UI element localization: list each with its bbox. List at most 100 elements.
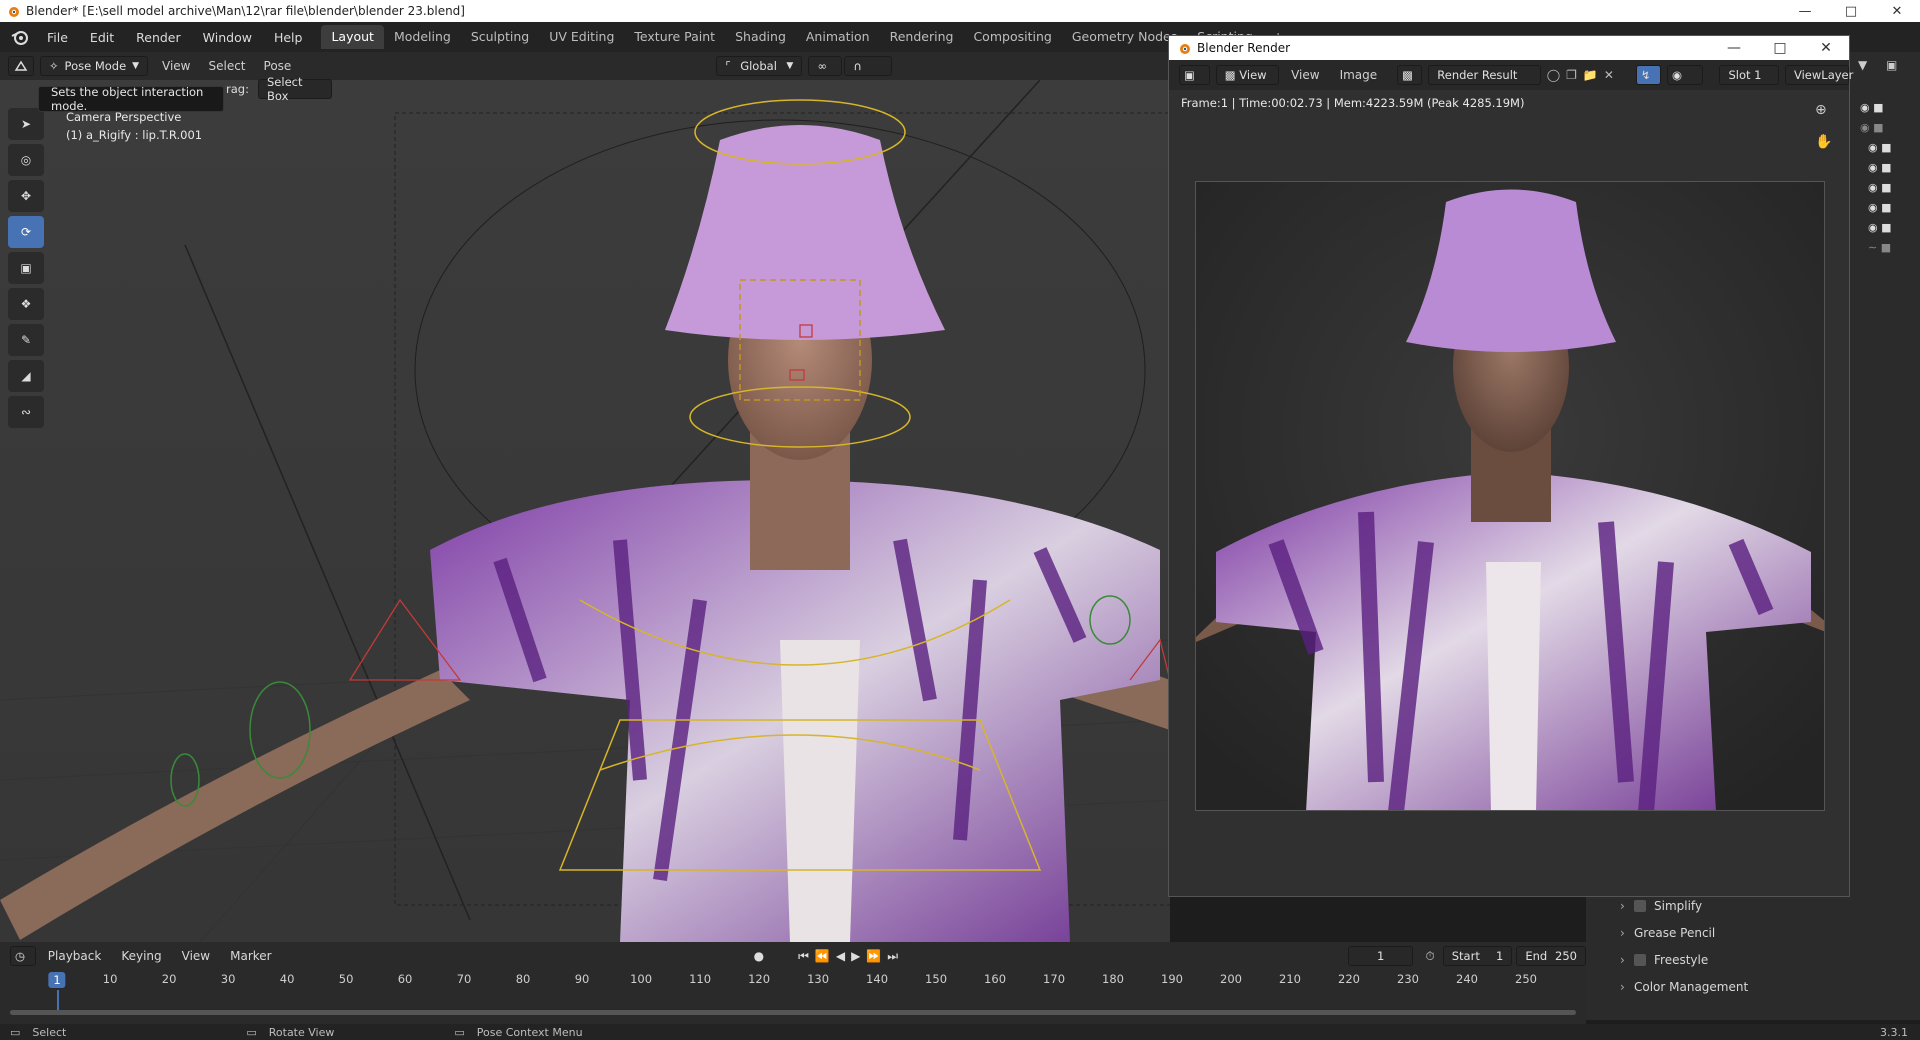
frame-tick: 170	[1043, 972, 1066, 986]
render-menu-view[interactable]: View	[1291, 68, 1319, 82]
render-image-content	[1196, 182, 1824, 810]
menu-render[interactable]: Render	[125, 30, 192, 45]
tab-compositing[interactable]: Compositing	[963, 25, 1061, 49]
orientation-dropdown[interactable]: ⌜ Global ▼	[716, 56, 803, 76]
slot-dropdown[interactable]: Slot 1	[1719, 65, 1779, 85]
close-icon[interactable]: ✕	[1874, 0, 1920, 22]
viewport-menu-view[interactable]: View	[162, 59, 190, 73]
frame-ruler[interactable]: 1 10 20 30 40 50 60 70 80 90 100 110 120 130 140 150 160…	[0, 972, 1586, 1014]
simplify-checkbox[interactable]	[1634, 900, 1646, 912]
folder-icon[interactable]: 📁	[1583, 68, 1598, 82]
tab-texture-paint[interactable]: Texture Paint	[624, 25, 725, 49]
slot-label: Slot 1	[1728, 68, 1762, 82]
overlay-dropdown[interactable]: ◉	[1667, 65, 1704, 85]
image-browse-dropdown[interactable]: ▩	[1397, 65, 1423, 85]
blender-menu-icon[interactable]	[10, 27, 30, 47]
shield-icon[interactable]: ◯	[1547, 68, 1560, 82]
eye-icon[interactable]: ◉ ■	[1850, 178, 1920, 198]
menu-edit[interactable]: Edit	[79, 30, 125, 45]
select-tool-button[interactable]: ➤	[8, 108, 44, 140]
tool-shelf: ➤ ◎ ✥ ⟳ ▣ ❖ ✎ ◢ ∾	[8, 108, 48, 428]
mouse-left-icon: ▭	[10, 1025, 21, 1039]
3d-viewport[interactable]	[0, 80, 1170, 942]
editor-type-dropdown[interactable]	[8, 56, 34, 76]
transform-tool-button[interactable]: ❖	[8, 288, 44, 320]
editor-type-dropdown[interactable]: ◷	[10, 946, 36, 966]
eye-icon[interactable]: ◉ ■	[1850, 218, 1920, 238]
pivot-dropdown[interactable]: ∞	[808, 56, 843, 76]
zoom-icon[interactable]: ⊕	[1815, 102, 1827, 118]
measure-tool-button[interactable]: ◢	[8, 360, 44, 392]
minimize-icon[interactable]: —	[1711, 36, 1757, 60]
record-icon[interactable]: ●	[754, 949, 764, 963]
render-window-title: Blender Render	[1197, 41, 1291, 55]
maximize-icon[interactable]: □	[1828, 0, 1874, 22]
eye-icon[interactable]: ∼ ■	[1850, 238, 1920, 258]
current-frame-field[interactable]: 1	[1348, 946, 1414, 966]
duplicate-icon[interactable]: ❐	[1566, 68, 1577, 82]
playback-controls[interactable]: ⏮⏪◀▶⏩⏭	[798, 949, 904, 964]
prop-simplify[interactable]: › Simplify	[1620, 894, 1702, 918]
close-icon[interactable]: ✕	[1803, 36, 1849, 60]
filter-icon[interactable]: ▼	[1858, 58, 1867, 72]
viewport-menu-select[interactable]: Select	[208, 59, 245, 73]
timeline-menu-marker[interactable]: Marker	[222, 949, 279, 963]
render-result-image	[1195, 181, 1825, 811]
prop-color-management[interactable]: › Color Management	[1620, 975, 1748, 999]
tab-rendering[interactable]: Rendering	[880, 25, 964, 49]
stopwatch-icon[interactable]: ⏱	[1425, 949, 1434, 964]
render-result-field[interactable]: Render Result	[1428, 65, 1541, 85]
end-value: 250	[1555, 949, 1577, 963]
scale-tool-button[interactable]: ▣	[8, 252, 44, 284]
drag-dropdown[interactable]: Select Box	[258, 75, 332, 103]
move-icon: ✥	[20, 189, 32, 203]
prop-freestyle[interactable]: › Freestyle	[1620, 948, 1708, 972]
curve-tool-button[interactable]: ∾	[8, 396, 44, 428]
chevron-right-icon: ›	[1620, 953, 1625, 967]
tab-uv-editing[interactable]: UV Editing	[539, 25, 624, 49]
timeline-menu-view[interactable]: View	[174, 949, 218, 963]
tab-modeling[interactable]: Modeling	[384, 25, 461, 49]
tab-layout[interactable]: Layout	[321, 25, 384, 49]
end-frame-field[interactable]: End 250	[1516, 946, 1586, 966]
render-menu-image[interactable]: Image	[1340, 68, 1378, 82]
pan-hand-icon[interactable]: ✋	[1815, 134, 1832, 150]
eye-icon[interactable]: ◉ ■	[1850, 138, 1920, 158]
timeline-menu-playback[interactable]: Playback	[40, 949, 110, 963]
eye-icon[interactable]: ◉ ■	[1850, 98, 1920, 118]
eye-icon[interactable]: ◉ ■	[1850, 198, 1920, 218]
tab-animation[interactable]: Animation	[796, 25, 880, 49]
eye-icon[interactable]: ◉ ■	[1850, 158, 1920, 178]
cursor-tool-button[interactable]: ◎	[8, 144, 44, 176]
new-collection-icon[interactable]: ▣	[1886, 58, 1897, 72]
menu-window[interactable]: Window	[192, 30, 263, 45]
image-editor-icon: ▣	[1184, 68, 1195, 82]
annotate-tool-button[interactable]: ✎	[8, 324, 44, 356]
status-rotate: Rotate View	[268, 1025, 335, 1039]
eye-icon[interactable]: ◉ ■	[1850, 118, 1920, 138]
menu-file[interactable]: File	[36, 30, 79, 45]
timeline-menu-keying[interactable]: Keying	[113, 949, 169, 963]
start-frame-field[interactable]: Start 1	[1442, 946, 1513, 966]
timeline-scrollbar[interactable]	[10, 1010, 1576, 1015]
mode-dropdown[interactable]: ✧ Pose Mode ▼	[40, 56, 148, 76]
prop-grease-pencil[interactable]: › Grease Pencil	[1620, 921, 1715, 945]
menu-help[interactable]: Help	[263, 30, 314, 45]
editor-type-dropdown[interactable]: ▣	[1179, 65, 1210, 85]
gizmo-icon: ↯	[1640, 68, 1651, 82]
gizmo-toggle[interactable]: ↯	[1635, 65, 1662, 85]
rotate-tool-button[interactable]: ⟳	[8, 216, 44, 248]
tab-sculpting[interactable]: Sculpting	[461, 25, 539, 49]
snap-dropdown[interactable]: ∩	[844, 56, 893, 76]
move-tool-button[interactable]: ✥	[8, 180, 44, 212]
unlink-icon[interactable]: ✕	[1604, 68, 1614, 82]
prop-label: Color Management	[1634, 980, 1749, 994]
maximize-icon[interactable]: □	[1757, 36, 1803, 60]
view-mode-dropdown[interactable]: ▩ View	[1215, 65, 1280, 85]
prop-label: Freestyle	[1654, 953, 1709, 967]
viewport-menu-pose[interactable]: Pose	[264, 59, 292, 73]
viewlayer-dropdown[interactable]: ViewLayer	[1785, 65, 1853, 85]
tab-shading[interactable]: Shading	[725, 25, 796, 49]
minimize-icon[interactable]: —	[1782, 0, 1828, 22]
freestyle-checkbox[interactable]	[1634, 954, 1646, 966]
